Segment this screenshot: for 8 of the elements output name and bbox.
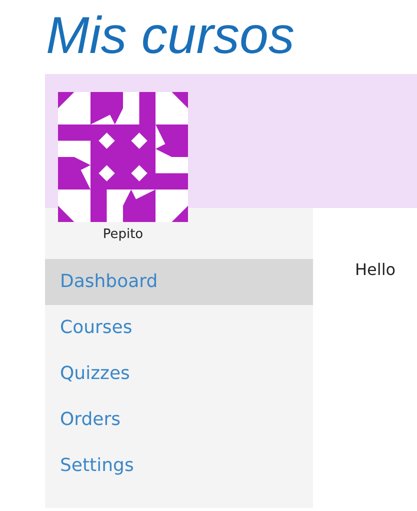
sidebar-menu-item[interactable]: Quizzes	[45, 351, 313, 398]
user-name: Pepito	[102, 227, 144, 244]
greeting-text: Hello	[355, 260, 396, 279]
sidebar-menu-item[interactable]: Settings	[45, 443, 313, 490]
page-title: Mis cursos	[46, 10, 294, 62]
sidebar-menu-item[interactable]: Courses	[45, 305, 313, 352]
sidebar-menu-item[interactable]: Dashboard	[45, 259, 313, 306]
sidebar-menu-item[interactable]: Orders	[45, 397, 313, 444]
